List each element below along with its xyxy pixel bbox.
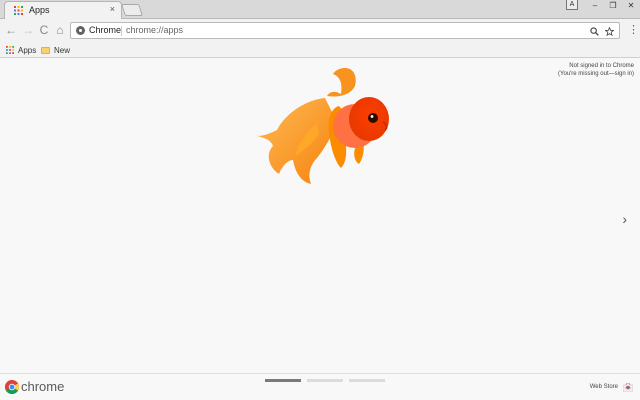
page-indicator-3[interactable] [349, 379, 385, 382]
tab-apps[interactable]: Apps × [4, 1, 122, 19]
bookmark-label: Apps [18, 45, 37, 55]
page-indicator-2[interactable] [307, 379, 343, 382]
chrome-logo-icon [5, 380, 19, 394]
apps-grid-icon [6, 46, 14, 54]
omnibox-chip-label: Chrome [89, 25, 122, 35]
new-tab-button[interactable] [121, 4, 143, 16]
tab-close-icon[interactable]: × [110, 4, 115, 14]
chrome-wordmark: chrome [21, 379, 65, 394]
address-bar[interactable]: Chrome chrome://apps [70, 22, 620, 39]
toolbar: ← → C ⌂ Chrome chrome://apps ⋮ [0, 19, 640, 42]
bookmarks-bar: Apps New [0, 42, 640, 58]
window-controls: – ❐ ✕ [586, 0, 640, 11]
star-icon[interactable] [605, 27, 614, 36]
apps-grid-icon [14, 6, 23, 15]
page-indicator-1[interactable] [265, 379, 301, 382]
folder-icon [41, 46, 50, 54]
omnibox-url[interactable]: chrome://apps [126, 25, 183, 35]
signin-promo: Not signed in to Chrome (You're missing … [558, 62, 634, 78]
signin-status: Not signed in to Chrome [569, 63, 634, 69]
home-button[interactable]: ⌂ [53, 23, 67, 37]
bookmark-apps[interactable]: Apps [6, 44, 36, 56]
signin-link[interactable]: (You're missing out—sign in) [558, 70, 634, 78]
reload-button[interactable]: C [37, 23, 51, 37]
close-window-button[interactable]: ✕ [622, 0, 640, 11]
apps-page: Not signed in to Chrome (You're missing … [0, 58, 640, 373]
tab-strip: Apps × A – ❐ ✕ [0, 0, 640, 19]
profile-button[interactable]: A [566, 0, 578, 10]
menu-button[interactable]: ⋮ [628, 23, 639, 37]
webstore-link[interactable]: Web Store [590, 384, 618, 390]
forward-button[interactable]: → [21, 23, 35, 37]
page-switcher [265, 379, 391, 382]
minimize-button[interactable]: – [586, 0, 604, 11]
back-button[interactable]: ← [4, 23, 18, 37]
webstore-icon[interactable] [623, 383, 633, 392]
chrome-page-icon [76, 26, 85, 35]
next-page-arrow[interactable]: › [622, 212, 627, 226]
goldfish-image [257, 67, 389, 184]
tab-title: Apps [29, 5, 50, 15]
omnibox-separator [121, 26, 122, 36]
bookmark-new-folder[interactable]: New [41, 44, 70, 56]
restore-button[interactable]: ❐ [604, 0, 622, 11]
zoom-icon[interactable] [590, 27, 599, 36]
bookmark-label: New [54, 45, 71, 55]
footer: chrome Web Store [0, 373, 640, 400]
